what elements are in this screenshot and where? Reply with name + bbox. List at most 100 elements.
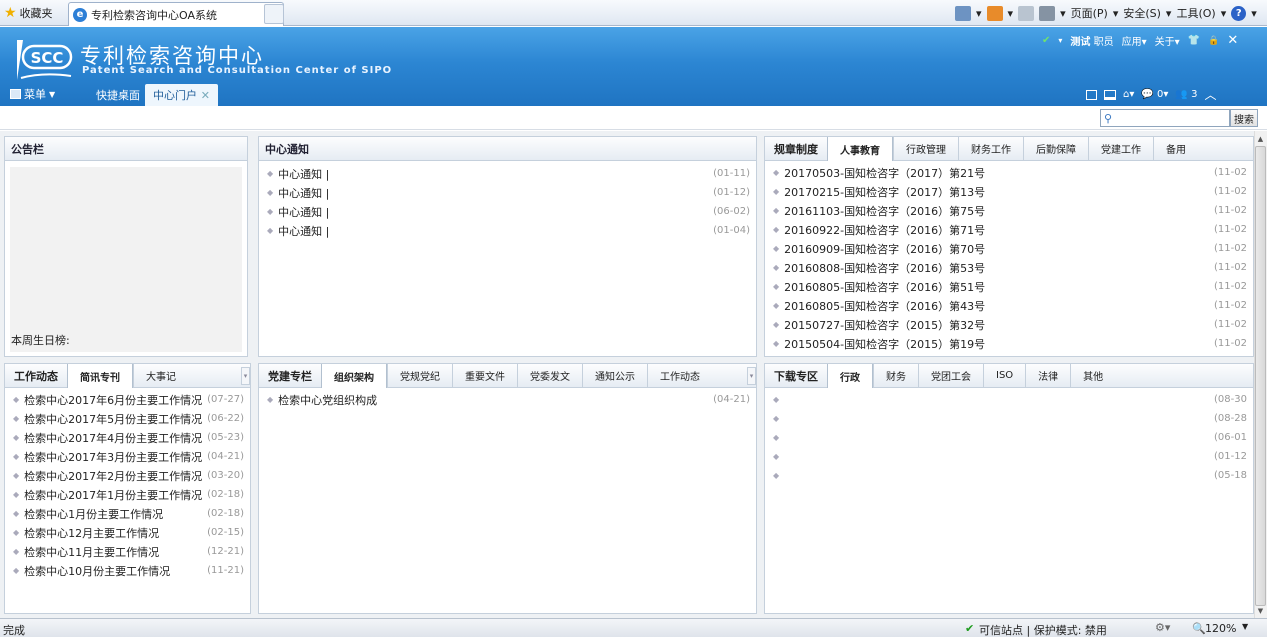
list-item[interactable]: ◆ 20160805-国知检咨字（2016）第51号 (11-02 xyxy=(765,277,1253,296)
tab-party-rules[interactable]: 党规党纪 xyxy=(387,364,452,387)
close-tab-icon[interactable]: ✕ xyxy=(201,89,210,102)
browser-tab[interactable]: e 专利检索咨询中心OA系统 xyxy=(68,2,284,26)
tab-quick-desktop[interactable]: 快捷桌面 xyxy=(88,84,148,106)
lock-icon[interactable]: 🔒 xyxy=(1208,36,1219,46)
list-item[interactable]: ◆ 检索中心党组织构成 (04-21) xyxy=(259,390,756,409)
list-item[interactable]: ◆ 中心通知 | (06-02) xyxy=(259,202,756,221)
close-icon[interactable]: ✕ xyxy=(1227,33,1238,48)
list-item[interactable]: ◆ (08-28 xyxy=(765,409,1253,428)
tab-scroll-icon[interactable]: ▾ xyxy=(241,367,250,385)
list-item[interactable]: ◆ 中心通知 | (01-11) xyxy=(259,164,756,183)
tab-committee-docs[interactable]: 党委发文 xyxy=(517,364,582,387)
work-panel: 工作动态 简讯专刊 大事记 ▾ ◆ 检索中心2017年6月份主要工作情况 (07-2… xyxy=(4,363,251,614)
list-item[interactable]: ◆ 20160805-国知检咨字（2016）第43号 (11-02 xyxy=(765,296,1253,315)
message-icon[interactable]: 💬 0▾ xyxy=(1141,89,1168,100)
online-users-icon[interactable]: 👥 3 xyxy=(1175,89,1197,100)
bullet-icon: ◆ xyxy=(773,320,780,329)
tab-work-news[interactable]: 工作动态 xyxy=(647,364,712,387)
tab-major-events[interactable]: 大事记 xyxy=(133,364,188,387)
item-date: (01-12) xyxy=(713,187,750,198)
tab-briefing[interactable]: 简讯专刊 xyxy=(67,364,133,388)
scroll-down-icon[interactable]: ▼ xyxy=(1255,604,1266,617)
home-icon[interactable] xyxy=(955,5,971,21)
main-menu-button[interactable]: 菜单 ▼ xyxy=(10,86,55,102)
list-item[interactable]: ◆ 检索中心2017年4月份主要工作情况 (05-23) xyxy=(5,428,250,447)
privacy-icon[interactable]: ⚙▾ xyxy=(1155,621,1170,634)
zoom-level[interactable]: 120% xyxy=(1205,622,1236,635)
security-zone[interactable]: 可信站点 | 保护模式: 禁用 xyxy=(979,622,1107,638)
list-item[interactable]: ◆ 20170503-国知检咨字（2017）第21号 (11-02 xyxy=(765,163,1253,182)
list-item[interactable]: ◆ 检索中心2017年2月份主要工作情况 (03-20) xyxy=(5,466,250,485)
tab-finance[interactable]: 财务工作 xyxy=(958,137,1023,160)
apps-menu[interactable]: 应用▾ xyxy=(1122,33,1147,48)
list-item[interactable]: ◆ 20170215-国知检咨字（2017）第13号 (11-02 xyxy=(765,182,1253,201)
skin-icon[interactable]: 👕 xyxy=(1188,35,1200,46)
item-text: 中心通知 | xyxy=(278,205,330,219)
list-item[interactable]: ◆ 检索中心10月份主要工作情况 (11-21) xyxy=(5,561,250,580)
feeds-icon[interactable] xyxy=(986,5,1003,21)
item-date: (06-02) xyxy=(713,206,750,217)
list-item[interactable]: ◆ 检索中心2017年3月份主要工作情况 (04-21) xyxy=(5,447,250,466)
tab-logistics[interactable]: 后勤保障 xyxy=(1023,137,1088,160)
mail-icon[interactable] xyxy=(1018,5,1035,21)
tab-finance[interactable]: 财务 xyxy=(873,364,918,387)
tab-scroll-icon[interactable]: ▾ xyxy=(747,367,756,385)
tab-center-portal[interactable]: 中心门户 ✕ xyxy=(145,84,218,106)
tab-notices[interactable]: 通知公示 xyxy=(582,364,647,387)
tab-spare[interactable]: 备用 xyxy=(1153,137,1198,160)
search-input[interactable]: ⚲ xyxy=(1100,109,1230,127)
calendar-icon[interactable] xyxy=(1086,89,1097,100)
tab-org-structure[interactable]: 组织架构 xyxy=(321,364,387,388)
scrollbar-thumb[interactable] xyxy=(1255,146,1266,606)
search-button[interactable]: 搜索 xyxy=(1230,109,1258,127)
bullet-icon: ◆ xyxy=(773,471,780,480)
tab-party-work[interactable]: 党建工作 xyxy=(1088,137,1153,160)
list-item[interactable]: ◆ 检索中心2017年5月份主要工作情况 (06-22) xyxy=(5,409,250,428)
tab-important-docs[interactable]: 重要文件 xyxy=(452,364,517,387)
list-item[interactable]: ◆ 20150727-国知检咨字（2015）第32号 (11-02 xyxy=(765,315,1253,334)
list-item[interactable]: ◆ 检索中心2017年6月份主要工作情况 (07-27) xyxy=(5,390,250,409)
list-item[interactable]: ◆ 检索中心1月份主要工作情况 (02-18) xyxy=(5,504,250,523)
tab-admin[interactable]: 行政管理 xyxy=(893,137,958,160)
list-item[interactable]: ◆ 20160922-国知检咨字（2016）第71号 (11-02 xyxy=(765,220,1253,239)
list-item[interactable]: ◆ 中心通知 | (01-04) xyxy=(259,221,756,240)
user-info[interactable]: 测试 职员 xyxy=(1070,33,1113,48)
list-item[interactable]: ◆ 中心通知 | (01-12) xyxy=(259,183,756,202)
home-icon[interactable]: ⌂▾ xyxy=(1123,89,1134,100)
list-item[interactable]: ◆ 20150504-国知检咨字（2015）第19号 (11-02 xyxy=(765,334,1253,353)
online-status-icon[interactable]: ✔ xyxy=(1042,35,1050,46)
print-icon[interactable] xyxy=(1039,5,1056,21)
list-item[interactable]: ◆ (01-12 xyxy=(765,447,1253,466)
item-date: (11-02 xyxy=(1214,205,1247,216)
page-menu[interactable]: 页面(P) xyxy=(1071,5,1108,21)
list-item[interactable]: ◆ (08-30 xyxy=(765,390,1253,409)
scroll-up-icon[interactable]: ▲ xyxy=(1255,132,1266,145)
safety-menu[interactable]: 安全(S) xyxy=(1123,5,1161,21)
tab-hr-education[interactable]: 人事教育 xyxy=(827,137,893,161)
tab-party-union[interactable]: 党团工会 xyxy=(918,364,983,387)
tab-other[interactable]: 其他 xyxy=(1070,364,1115,387)
list-item[interactable]: ◆ 检索中心11月主要工作情况 (12-21) xyxy=(5,542,250,561)
list-item[interactable]: ◆ 20160808-国知检咨字（2016）第53号 (11-02 xyxy=(765,258,1253,277)
download-panel: 下载专区 行政 财务 党团工会 ISO 法律 其他 ◆ (08-30 ◆ (08-2… xyxy=(764,363,1254,614)
favorites-button[interactable]: ★ 收藏夹 xyxy=(4,4,53,22)
list-item[interactable]: ◆ (05-18 xyxy=(765,466,1253,485)
collapse-icon[interactable]: ︿ xyxy=(1204,86,1216,103)
tab-administration[interactable]: 行政 xyxy=(827,364,873,388)
monitor-icon[interactable] xyxy=(1104,89,1116,100)
list-item[interactable]: ◆ 20160909-国知检咨字（2016）第70号 (11-02 xyxy=(765,239,1253,258)
zoom-dropdown-icon[interactable]: ▼ xyxy=(1242,622,1248,631)
list-item[interactable]: ◆ 检索中心12月主要工作情况 (02-15) xyxy=(5,523,250,542)
about-menu[interactable]: 关于▾ xyxy=(1155,33,1180,48)
list-item[interactable]: ◆ 检索中心2017年1月份主要工作情况 (02-18) xyxy=(5,485,250,504)
bullet-icon: ◆ xyxy=(773,395,780,404)
tools-menu[interactable]: 工具(O) xyxy=(1176,5,1215,21)
bulletin-panel: 公告栏 本周生日榜: xyxy=(4,136,248,357)
list-item[interactable]: ◆ (06-01 xyxy=(765,428,1253,447)
download-label: 下载专区 xyxy=(774,369,818,383)
tab-iso[interactable]: ISO xyxy=(983,364,1025,387)
list-item[interactable]: ◆ 20161103-国知检咨字（2016）第75号 (11-02 xyxy=(765,201,1253,220)
new-tab-button[interactable] xyxy=(264,4,284,24)
tab-law[interactable]: 法律 xyxy=(1025,364,1070,387)
help-icon[interactable]: ? xyxy=(1231,5,1247,21)
